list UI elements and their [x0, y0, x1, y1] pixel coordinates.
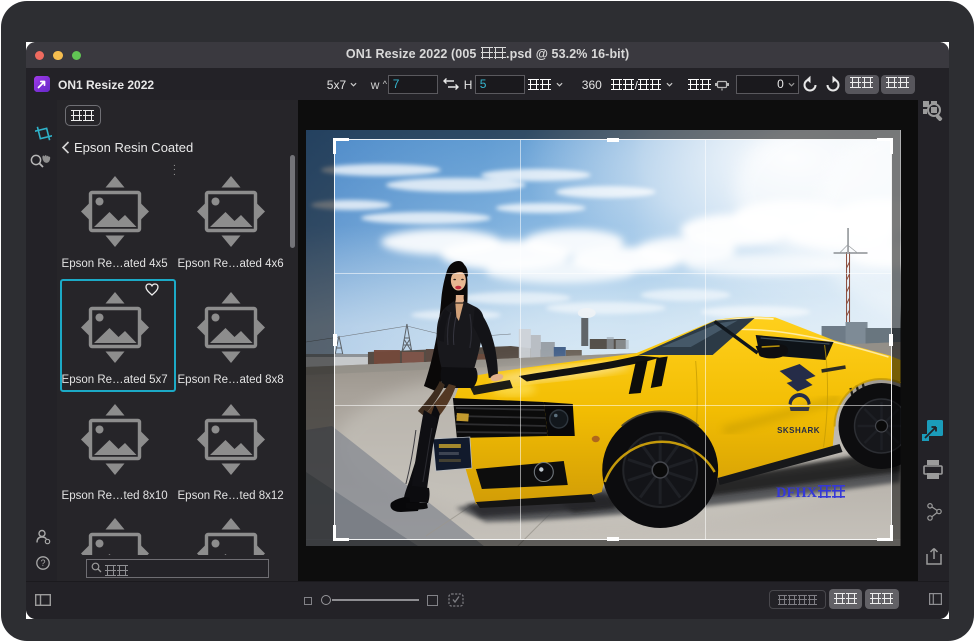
svg-text:?: ?	[40, 558, 45, 568]
